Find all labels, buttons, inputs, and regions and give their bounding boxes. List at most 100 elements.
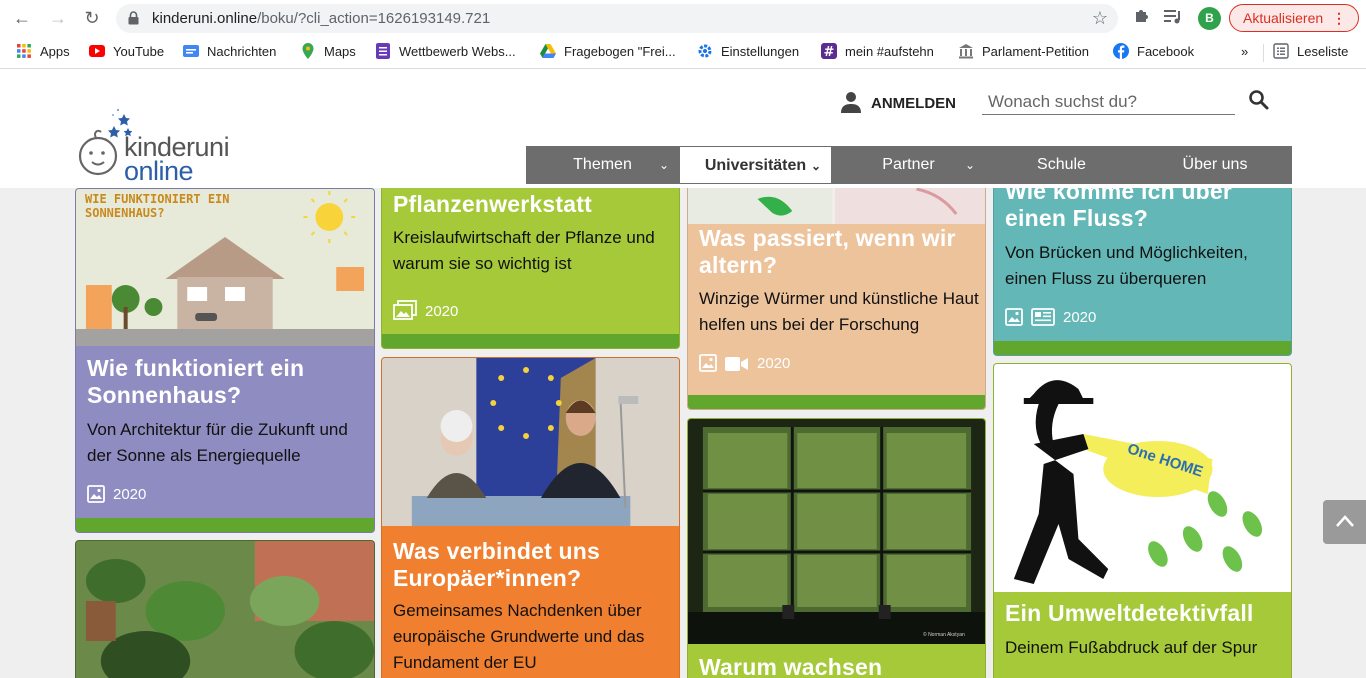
card-year: 2020: [425, 303, 459, 320]
bookmark-fragebogen[interactable]: Fragebogen "Frei...: [540, 43, 676, 63]
image-icon: [1005, 308, 1023, 326]
kinderuni-logo[interactable]: kinderuni online: [74, 106, 254, 186]
card-fluss[interactable]: Wie komme ich über einen Fluss? Von Brüc…: [993, 188, 1292, 356]
settings-gear-icon: [698, 44, 712, 58]
card-sonnenhaus[interactable]: WIE FUNKTIONIERT EIN SONNENHAUS? Wie fun…: [75, 188, 375, 533]
card-warum-wachsen[interactable]: © Norman Akstyan Warum wachsen: [687, 418, 986, 678]
bookmark-facebook[interactable]: Facebook: [1113, 43, 1194, 63]
card-umweltdetektiv[interactable]: One HOME Ein Umweltdetektivfall Deinem F…: [993, 363, 1292, 678]
nav-item-universitaeten[interactable]: Universitäten ⌄: [679, 146, 832, 184]
card-bottom-strip: [382, 334, 679, 348]
bookmark-parlament[interactable]: Parlament-Petition: [958, 43, 1089, 63]
profile-avatar[interactable]: B: [1198, 7, 1221, 30]
card-year: 2020: [113, 486, 147, 503]
card-title: Was verbindet uns Europäer*innen?: [393, 538, 601, 591]
green-wall-photo: [688, 419, 985, 644]
bookmark-apps[interactable]: Apps: [16, 43, 70, 63]
content-grid: WIE FUNKTIONIERT EIN SONNENHAUS? Wie fun…: [0, 188, 1366, 678]
card-title: Pflanzenwerkstatt: [393, 191, 592, 217]
reading-list-button[interactable]: Leseliste: [1273, 43, 1348, 63]
chevron-down-icon: ⌄: [658, 158, 669, 172]
back-arrow-icon[interactable]: ←: [12, 8, 32, 28]
reload-icon[interactable]: ↻: [82, 8, 102, 28]
bookmark-einstellungen[interactable]: Einstellungen: [697, 43, 799, 63]
image-icon: [699, 354, 717, 372]
nav-label-partner: Partner: [882, 156, 935, 173]
card-bottom-strip: [688, 395, 985, 409]
apps-grid-icon: [17, 44, 31, 58]
bookmark-youtube[interactable]: YouTube: [89, 43, 164, 63]
google-news-icon: [183, 45, 199, 57]
card-description: Winzige Würmer und künstliche Haut helfe…: [699, 289, 979, 334]
nav-item-schule[interactable]: Schule: [985, 146, 1138, 184]
chevron-up-icon: [1336, 515, 1354, 527]
url-text: kinderuni.online/boku/?cli_action=162619…: [152, 10, 491, 27]
bookmarks-overflow-button[interactable]: »: [1241, 43, 1248, 63]
nav-item-themen[interactable]: Themen ⌄: [526, 146, 679, 184]
maps-pin-icon: [302, 43, 314, 59]
nav-item-ueber-uns[interactable]: Über uns: [1138, 146, 1292, 184]
altern-lab-photo: [688, 188, 985, 224]
bookmark-star-icon[interactable]: ☆: [1092, 8, 1108, 29]
user-icon: [841, 92, 861, 113]
article-icon: [1031, 308, 1055, 326]
card-plants-photo[interactable]: [75, 540, 375, 678]
card-europa[interactable]: Was verbindet uns Europäer*innen? Gemein…: [381, 357, 680, 678]
card-meta: 2020: [393, 300, 458, 320]
card-altern[interactable]: Was passiert, wenn wir altern? Winzige W…: [687, 188, 986, 410]
update-label: Aktualisieren: [1243, 10, 1324, 26]
nav-label-ueber-uns: Über uns: [1182, 156, 1248, 173]
europa-interview-photo: [382, 358, 679, 526]
bookmark-nachrichten[interactable]: Nachrichten: [183, 43, 276, 63]
photo-credit: © Norman Akstyan: [923, 632, 965, 638]
drive-icon: [540, 44, 556, 58]
image-icon: [87, 485, 105, 503]
card-meta: 2020: [699, 354, 790, 374]
detective-illustration: [994, 364, 1291, 592]
more-menu-icon: ⋮: [1332, 10, 1346, 26]
scroll-to-top-button[interactable]: [1323, 500, 1366, 544]
card-title: Was passiert, wenn wir altern?: [699, 225, 956, 278]
address-bar[interactable]: kinderuni.online/boku/?cli_action=162619…: [116, 4, 1118, 33]
video-camera-icon: [725, 357, 748, 371]
card-meta: 2020: [1005, 308, 1096, 328]
youtube-icon: [89, 45, 105, 57]
plants-photo: [76, 541, 374, 678]
hashtag-icon: #: [821, 43, 837, 59]
card-bottom-strip: [76, 518, 374, 532]
main-navigation: Themen ⌄ Universitäten ⌄ Partner ⌄ Schule Ü…: [526, 146, 1292, 184]
site-header: kinderuni online ANMELDEN Themen ⌄ Univer…: [0, 70, 1366, 188]
login-label: ANMELDEN: [871, 95, 956, 112]
media-queue-icon[interactable]: [1164, 9, 1184, 25]
lock-icon: [128, 11, 139, 25]
nav-item-partner[interactable]: Partner ⌄: [832, 146, 985, 184]
bookmark-aufstehn[interactable]: # mein #aufstehn: [821, 43, 934, 63]
bookmarks-bar: Apps YouTube Nachrichten Maps Wettbewerb…: [0, 36, 1366, 69]
card-year: 2020: [757, 355, 791, 372]
nav-label-schule: Schule: [1037, 156, 1086, 173]
bookmark-maps[interactable]: Maps: [300, 43, 356, 63]
forward-arrow-icon[interactable]: →: [48, 8, 68, 28]
gallery-icon: [393, 300, 417, 320]
search-icon[interactable]: [1248, 89, 1270, 111]
card-title: Wie funktioniert ein Sonnenhaus?: [87, 355, 305, 408]
card-description: Gemeinsames Nachdenken über europäische …: [393, 601, 645, 672]
card-description: Kreislaufwirtschaft der Pflanze und waru…: [393, 228, 655, 273]
card-meta: 2020: [87, 485, 146, 505]
parliament-icon: [959, 44, 973, 59]
card-title: Warum wachsen: [699, 654, 883, 678]
card-pflanzenwerkstatt[interactable]: Pflanzenwerkstatt Kreislaufwirtschaft de…: [381, 188, 680, 349]
card-year: 2020: [1063, 309, 1097, 326]
forms-icon: [376, 43, 390, 59]
chevron-down-icon: ⌄: [810, 159, 821, 173]
search-input[interactable]: [982, 89, 1235, 115]
card-title: Ein Umweltdetektivfall: [1005, 600, 1254, 626]
update-browser-button[interactable]: Aktualisieren ⋮: [1229, 4, 1359, 32]
svg-text:#: #: [824, 45, 835, 59]
nav-label-universitaeten: Universitäten: [704, 157, 807, 174]
bookmark-wettbewerb[interactable]: Wettbewerb Webs...: [375, 43, 516, 63]
extensions-puzzle-icon[interactable]: [1133, 7, 1151, 25]
card-bottom-strip: [994, 341, 1291, 355]
facebook-icon: [1113, 43, 1129, 59]
browser-toolbar: ← → ↻ kinderuni.online/boku/?cli_action=…: [0, 0, 1366, 36]
